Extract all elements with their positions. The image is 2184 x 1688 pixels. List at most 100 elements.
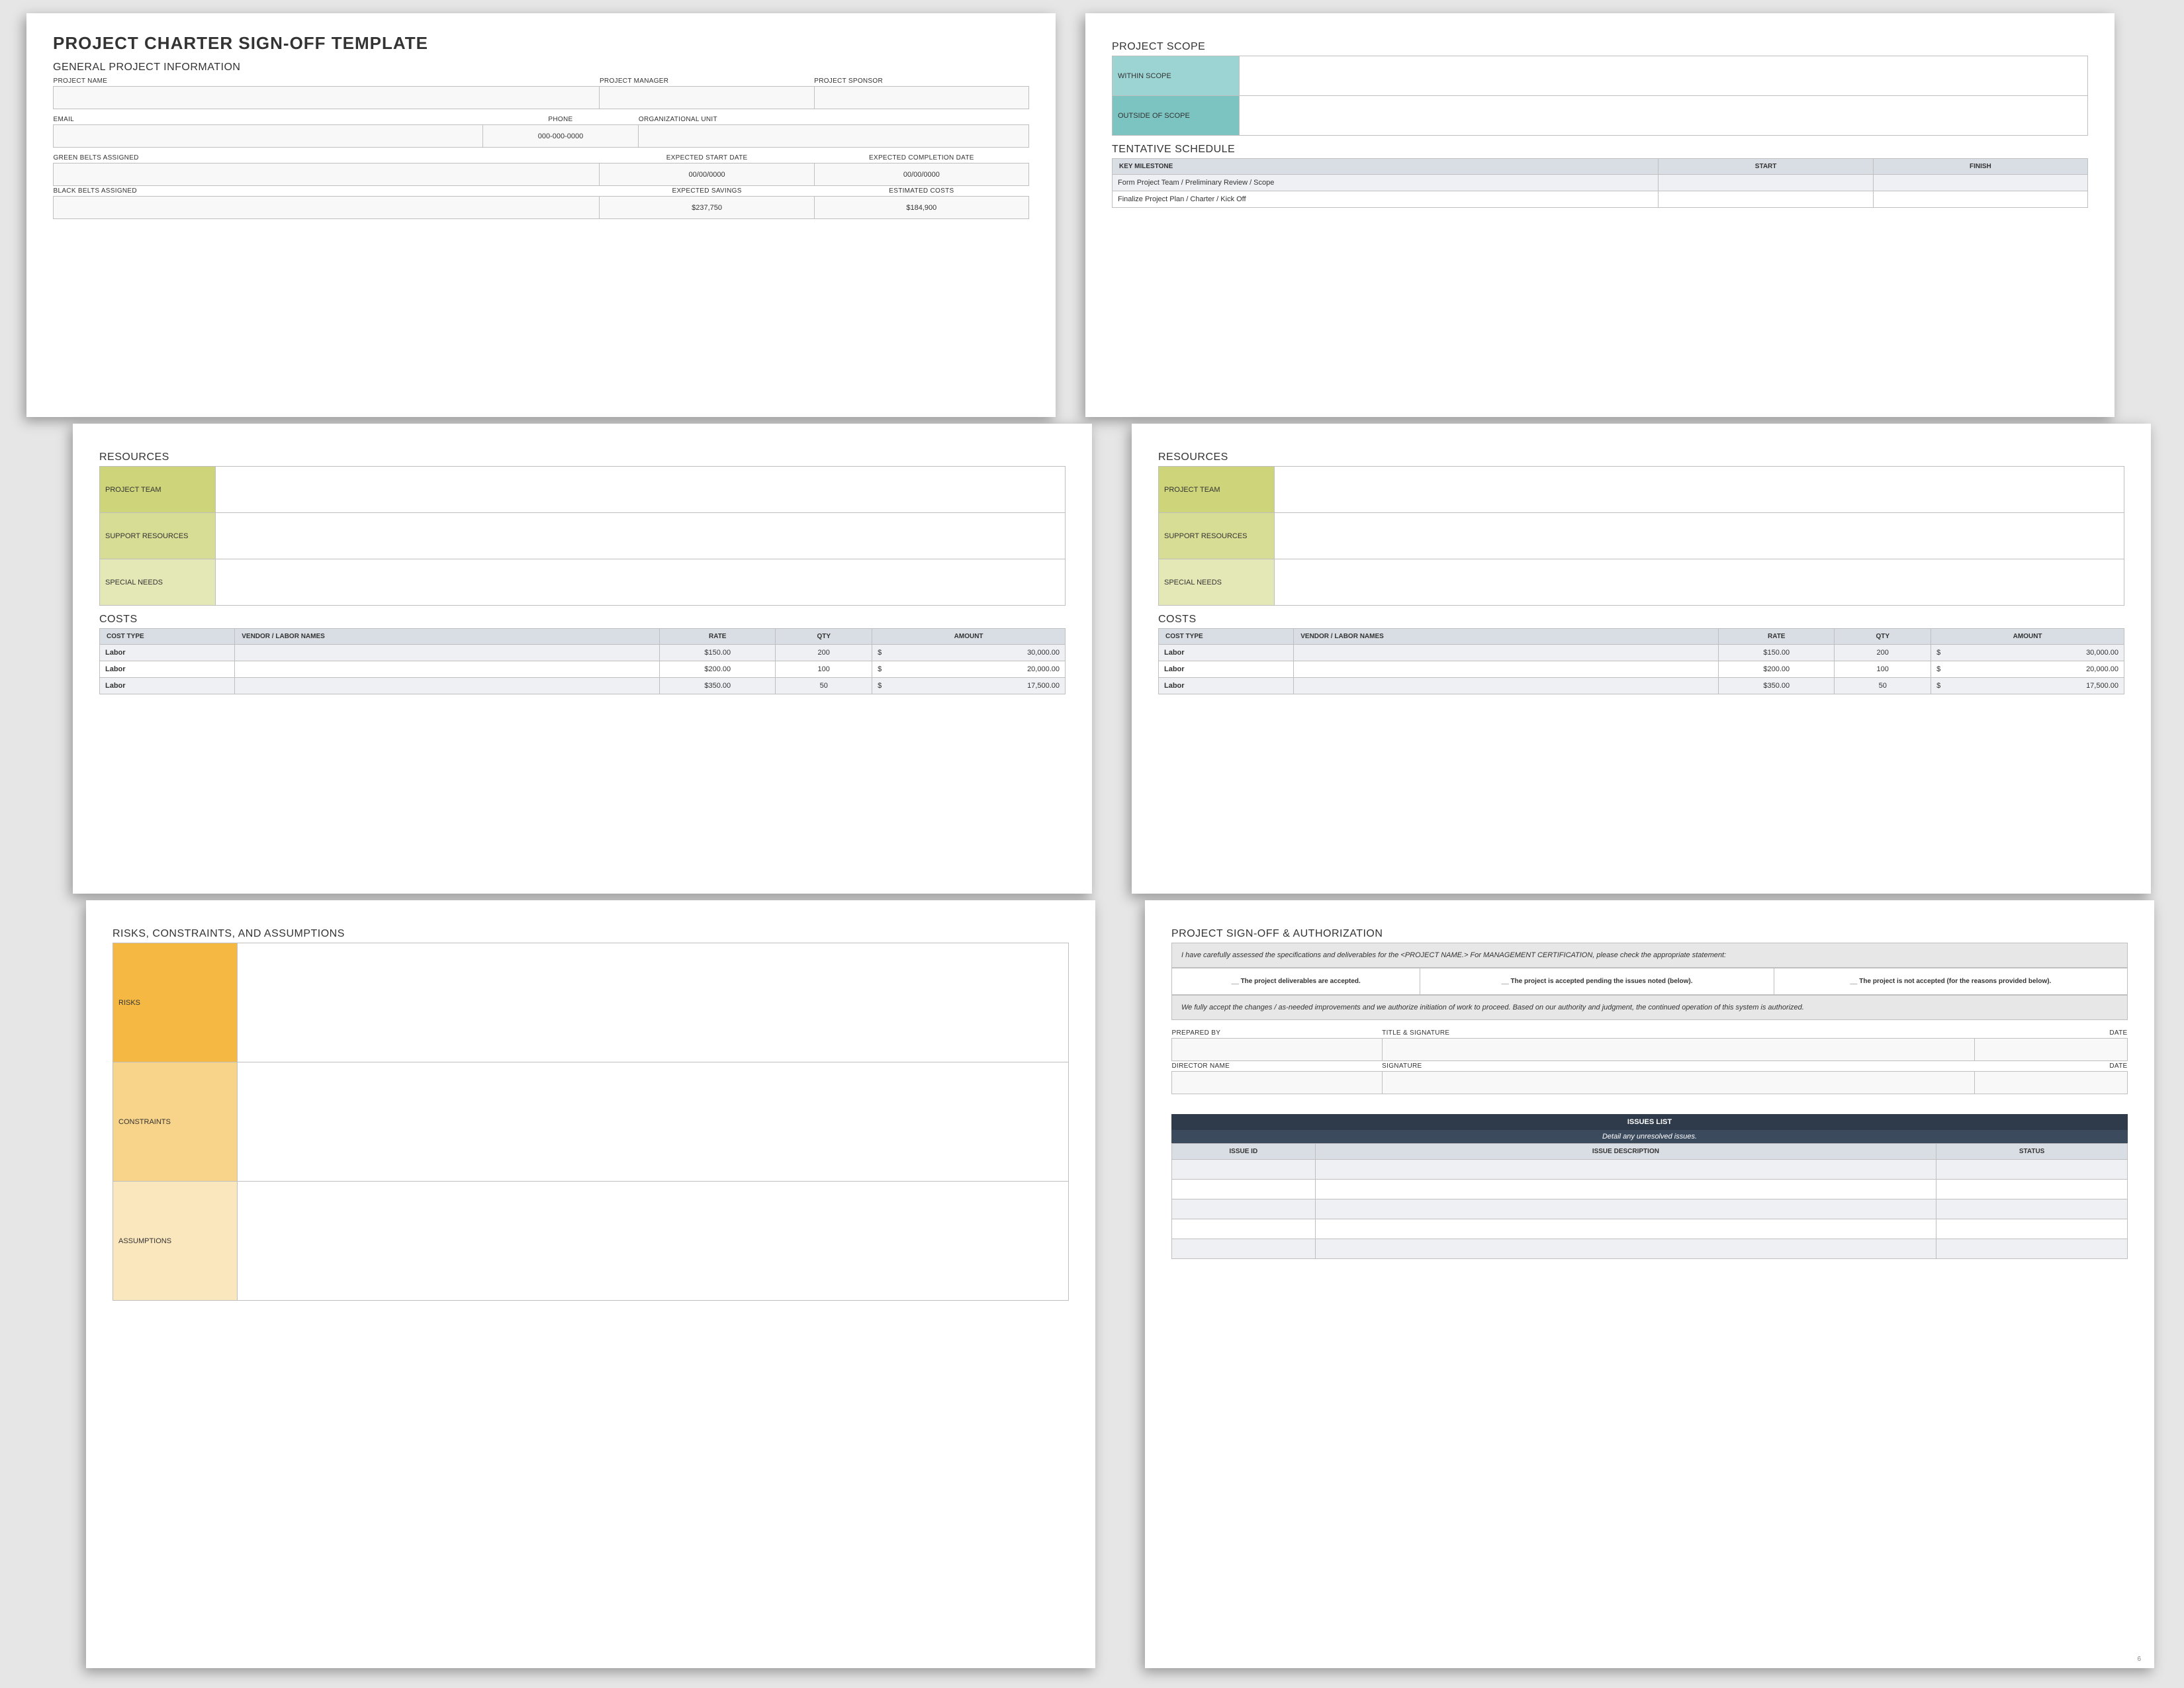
lbl-email: EMAIL bbox=[54, 115, 483, 125]
col-issue-id: ISSUE ID bbox=[1172, 1144, 1316, 1160]
col-start: START bbox=[1659, 159, 1873, 175]
cost-vendor[interactable] bbox=[235, 645, 660, 661]
input-project-manager[interactable] bbox=[600, 87, 814, 109]
lbl-expected-completion: EXPECTED COMPLETION DATE bbox=[814, 153, 1028, 164]
risks-table: RISKS CONSTRAINTS ASSUMPTIONS bbox=[113, 943, 1069, 1301]
col-qty: QTY bbox=[776, 629, 872, 645]
page-5: RISKS, CONSTRAINTS, AND ASSUMPTIONS RISK… bbox=[86, 900, 1095, 1668]
input-director[interactable] bbox=[1172, 1072, 1383, 1094]
input-signature[interactable] bbox=[1382, 1072, 1974, 1094]
cost-type: Labor bbox=[1159, 678, 1294, 694]
lbl-special: SPECIAL NEEDS bbox=[100, 559, 216, 606]
input-support[interactable] bbox=[1275, 513, 2124, 559]
cost-rate: $200.00 bbox=[1719, 661, 1835, 678]
signoff-accept: We fully accept the changes / as-needed … bbox=[1171, 995, 2128, 1020]
signoff-heading: PROJECT SIGN-OFF & AUTHORIZATION bbox=[1171, 928, 2128, 940]
input-support[interactable] bbox=[216, 513, 1066, 559]
input-outside-scope[interactable] bbox=[1239, 96, 2087, 136]
input-black-belts[interactable] bbox=[54, 197, 600, 219]
input-phone[interactable]: 000-000-0000 bbox=[482, 125, 639, 148]
cost-rate: $150.00 bbox=[660, 645, 776, 661]
milestone-start[interactable] bbox=[1659, 191, 1873, 208]
scope-heading: PROJECT SCOPE bbox=[1112, 41, 2088, 53]
lbl-date: DATE bbox=[1974, 1028, 2127, 1039]
lbl-estimated-costs: ESTIMATED COSTS bbox=[814, 186, 1028, 197]
input-project-team[interactable] bbox=[1275, 467, 2124, 513]
page-4: RESOURCES PROJECT TEAM SUPPORT RESOURCES… bbox=[1132, 424, 2151, 894]
input-estimated-costs[interactable]: $184,900 bbox=[814, 197, 1028, 219]
input-expected-start[interactable]: 00/00/0000 bbox=[600, 164, 814, 186]
cost-vendor[interactable] bbox=[1294, 678, 1719, 694]
issue-cell[interactable] bbox=[1172, 1219, 1316, 1239]
input-project-team[interactable] bbox=[216, 467, 1066, 513]
page-3: RESOURCES PROJECT TEAM SUPPORT RESOURCES… bbox=[73, 424, 1092, 894]
opt-pending[interactable]: __ The project is accepted pending the i… bbox=[1420, 968, 1774, 995]
lbl-director: DIRECTOR NAME bbox=[1172, 1061, 1383, 1072]
col-cost-type: COST TYPE bbox=[100, 629, 235, 645]
lbl-within-scope: WITHIN SCOPE bbox=[1113, 56, 1240, 96]
lbl-title-sig: TITLE & SIGNATURE bbox=[1382, 1028, 1974, 1039]
input-project-name[interactable] bbox=[54, 87, 600, 109]
milestone-finish[interactable] bbox=[1873, 175, 2087, 191]
lbl-project-team: PROJECT TEAM bbox=[1159, 467, 1275, 513]
opt-accepted[interactable]: __ The project deliverables are accepted… bbox=[1172, 968, 1420, 995]
cost-vendor[interactable] bbox=[235, 661, 660, 678]
schedule-table: KEY MILESTONE START FINISH Form Project … bbox=[1112, 158, 2088, 208]
input-within-scope[interactable] bbox=[1239, 56, 2087, 96]
cost-qty: 50 bbox=[1835, 678, 1931, 694]
page-6: PROJECT SIGN-OFF & AUTHORIZATION I have … bbox=[1145, 900, 2154, 1668]
lbl-prepared-by: PREPARED BY bbox=[1172, 1028, 1383, 1039]
lbl-expected-savings: EXPECTED SAVINGS bbox=[600, 186, 814, 197]
input-date-1[interactable] bbox=[1974, 1039, 2127, 1061]
issue-cell[interactable] bbox=[1172, 1239, 1316, 1259]
signoff-intro: I have carefully assessed the specificat… bbox=[1171, 943, 2128, 968]
input-green-belts[interactable] bbox=[54, 164, 600, 186]
input-expected-savings[interactable]: $237,750 bbox=[600, 197, 814, 219]
input-email[interactable] bbox=[54, 125, 483, 148]
lbl-outside-scope: OUTSIDE OF SCOPE bbox=[1113, 96, 1240, 136]
cost-qty: 200 bbox=[1835, 645, 1931, 661]
input-special[interactable] bbox=[216, 559, 1066, 606]
cost-type: Labor bbox=[1159, 645, 1294, 661]
cost-vendor[interactable] bbox=[1294, 661, 1719, 678]
cost-amount: 17,500.00 bbox=[1027, 682, 1060, 690]
issue-cell[interactable] bbox=[1172, 1180, 1316, 1199]
lbl-black-belts: BLACK BELTS ASSIGNED bbox=[54, 186, 600, 197]
lbl-constraints: CONSTRAINTS bbox=[113, 1062, 238, 1182]
input-prepared-by[interactable] bbox=[1172, 1039, 1383, 1061]
belts-table: GREEN BELTS ASSIGNED EXPECTED START DATE… bbox=[53, 153, 1029, 219]
cost-amount: 30,000.00 bbox=[2086, 649, 2118, 657]
input-special[interactable] bbox=[1275, 559, 2124, 606]
general-info-table: PROJECT NAME PROJECT MANAGER PROJECT SPO… bbox=[53, 76, 1029, 109]
input-risks[interactable] bbox=[237, 943, 1068, 1062]
opt-not-accepted[interactable]: __ The project is not accepted (for the … bbox=[1774, 968, 2127, 995]
lbl-support: SUPPORT RESOURCES bbox=[1159, 513, 1275, 559]
input-title-sig[interactable] bbox=[1382, 1039, 1974, 1061]
cost-rate: $150.00 bbox=[1719, 645, 1835, 661]
cost-type: Labor bbox=[100, 678, 235, 694]
cost-type: Labor bbox=[1159, 661, 1294, 678]
input-constraints[interactable] bbox=[237, 1062, 1068, 1182]
col-amount: AMOUNT bbox=[1931, 629, 2124, 645]
lbl-assumptions: ASSUMPTIONS bbox=[113, 1182, 238, 1301]
input-org-unit[interactable] bbox=[639, 125, 1029, 148]
signature-table-1: PREPARED BY TITLE & SIGNATURE DATE DIREC… bbox=[1171, 1028, 2128, 1094]
col-cost-type: COST TYPE bbox=[1159, 629, 1294, 645]
cost-vendor[interactable] bbox=[1294, 645, 1719, 661]
input-expected-completion[interactable]: 00/00/0000 bbox=[814, 164, 1028, 186]
col-rate: RATE bbox=[1719, 629, 1835, 645]
input-assumptions[interactable] bbox=[237, 1182, 1068, 1301]
milestone-finish[interactable] bbox=[1873, 191, 2087, 208]
cost-vendor[interactable] bbox=[235, 678, 660, 694]
lbl-project-name: PROJECT NAME bbox=[54, 76, 600, 87]
issue-cell[interactable] bbox=[1172, 1199, 1316, 1219]
issue-cell[interactable] bbox=[1172, 1160, 1316, 1180]
input-date-2[interactable] bbox=[1974, 1072, 2127, 1094]
issues-sub: Detail any unresolved issues. bbox=[1171, 1130, 2128, 1143]
milestone-start[interactable] bbox=[1659, 175, 1873, 191]
lbl-support: SUPPORT RESOURCES bbox=[100, 513, 216, 559]
issues-section: ISSUES LIST Detail any unresolved issues… bbox=[1171, 1114, 2128, 1259]
col-issue-status: STATUS bbox=[1936, 1144, 2128, 1160]
milestone-row: Finalize Project Plan / Charter / Kick O… bbox=[1113, 191, 1659, 208]
input-project-sponsor[interactable] bbox=[814, 87, 1028, 109]
